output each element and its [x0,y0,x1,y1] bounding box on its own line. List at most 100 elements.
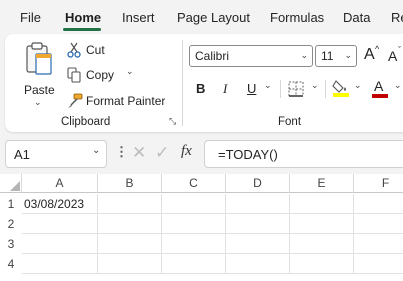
separator [325,80,326,98]
worksheet-grid: A B C D E F 1 2 3 4 03/08/2023 [0,174,403,281]
chevron-down-icon: ⌄ [344,50,352,60]
chevron-down-icon: ⌄ [300,50,308,60]
clipboard-group-label: Clipboard [61,116,111,128]
cell-a1[interactable]: 03/08/2023 [22,194,98,214]
column-header[interactable]: F [354,174,403,193]
cell[interactable] [226,254,290,274]
font-name-value: Calibri [195,49,230,63]
ribbon: Paste ⌄ Cut Copy ⌄ Format Painter Clipbo… [5,34,403,132]
tab-file[interactable]: File [20,10,41,25]
row-header[interactable]: 2 [0,214,22,234]
ribbon-tabs: File Home Insert Page Layout Formulas Da… [0,0,403,34]
cell[interactable] [162,194,226,214]
formula-value: =TODAY() [218,147,278,162]
row-header[interactable]: 4 [0,254,22,274]
format-painter-label: Format Painter [86,94,166,108]
tab-review[interactable]: Re [391,10,403,25]
active-tab-indicator [63,28,101,31]
chevron-down-icon[interactable]: ⌄ [311,80,319,91]
enter-icon[interactable]: ✓ [155,143,169,163]
group-separator [182,40,183,126]
cell[interactable] [354,234,403,254]
chevron-down-icon: ⌄ [34,97,42,107]
cell[interactable] [226,194,290,214]
font-color-swatch [372,94,388,98]
column-header[interactable]: A [22,174,98,193]
cell[interactable] [98,254,162,274]
italic-button[interactable]: I [223,81,227,97]
cell[interactable] [290,254,354,274]
insert-function-icon[interactable]: fx [181,143,192,160]
bold-button[interactable]: B [196,81,205,96]
copy-button[interactable]: Copy ⌄ [65,65,140,85]
cancel-icon[interactable]: ✕ [132,143,146,163]
shrink-font-icon: A [388,48,398,64]
formula-input[interactable]: =TODAY() [204,140,403,168]
tab-data[interactable]: Data [343,10,370,25]
font-color-button[interactable]: A [371,78,389,98]
cell[interactable] [22,234,98,254]
cell[interactable] [162,254,226,274]
column-header[interactable]: B [98,174,162,193]
chevron-down-icon[interactable]: ⌄ [126,66,134,77]
paste-icon [26,42,52,75]
cell[interactable] [162,234,226,254]
cell[interactable] [290,194,354,214]
cell[interactable] [354,194,403,214]
caret-up-icon: ^ [375,44,380,54]
select-all-icon [10,181,20,191]
chevron-down-icon[interactable]: ⌄ [394,80,402,91]
cut-label: Cut [86,43,105,57]
select-all-corner[interactable] [0,174,22,193]
name-box[interactable]: A1 ⌄ [5,140,107,168]
column-header[interactable]: D [226,174,290,193]
row-header[interactable]: 1 [0,194,22,214]
name-box-value: A1 [14,147,30,162]
cell[interactable] [98,214,162,234]
tab-insert[interactable]: Insert [122,10,155,25]
cell[interactable] [98,234,162,254]
cell[interactable] [22,254,98,274]
increase-font-size-button[interactable]: A ^ [362,44,382,66]
paste-label: Paste [24,83,55,97]
row-header[interactable]: 3 [0,234,22,254]
chevron-down-icon[interactable]: ⌄ [354,80,362,91]
copy-icon [67,67,81,83]
tab-home[interactable]: Home [65,10,101,25]
fill-color-swatch [333,93,349,97]
cell[interactable] [354,214,403,234]
format-painter-button[interactable]: Format Painter [65,91,173,111]
underline-button[interactable]: U [247,81,256,96]
dialog-launcher-icon[interactable]: ⤡ [169,116,176,127]
font-name-select[interactable]: Calibri ⌄ [189,45,313,67]
column-header[interactable]: E [290,174,354,193]
formula-buttons: ✕ ✓ fx [124,140,204,168]
tab-formulas[interactable]: Formulas [270,10,324,25]
cell[interactable] [354,254,403,274]
cell[interactable] [162,214,226,234]
column-header[interactable]: C [162,174,226,193]
copy-label: Copy [86,68,115,82]
cell[interactable] [290,234,354,254]
chevron-down-icon[interactable]: ⌄ [264,80,272,91]
cut-button[interactable]: Cut [65,40,125,60]
separator [280,80,281,98]
font-group-label: Font [278,116,302,128]
chevron-down-icon: ⌄ [92,145,101,156]
font-size-value: 11 [321,49,334,63]
paste-button[interactable]: Paste ⌄ [17,40,61,110]
cell[interactable] [290,214,354,234]
scissors-icon [67,42,81,58]
cell[interactable] [22,214,98,234]
cell[interactable] [226,214,290,234]
cell[interactable] [226,234,290,254]
tab-page-layout[interactable]: Page Layout [177,10,250,25]
fill-color-icon[interactable] [332,78,350,98]
font-color-icon: A [374,78,384,94]
cell[interactable] [98,194,162,214]
decrease-font-size-button[interactable]: A ˇ [386,45,403,66]
paintbrush-icon [68,93,83,108]
caret-down-icon: ˇ [398,45,401,55]
font-size-select[interactable]: 11 ⌄ [315,45,357,67]
borders-icon[interactable] [288,81,304,97]
